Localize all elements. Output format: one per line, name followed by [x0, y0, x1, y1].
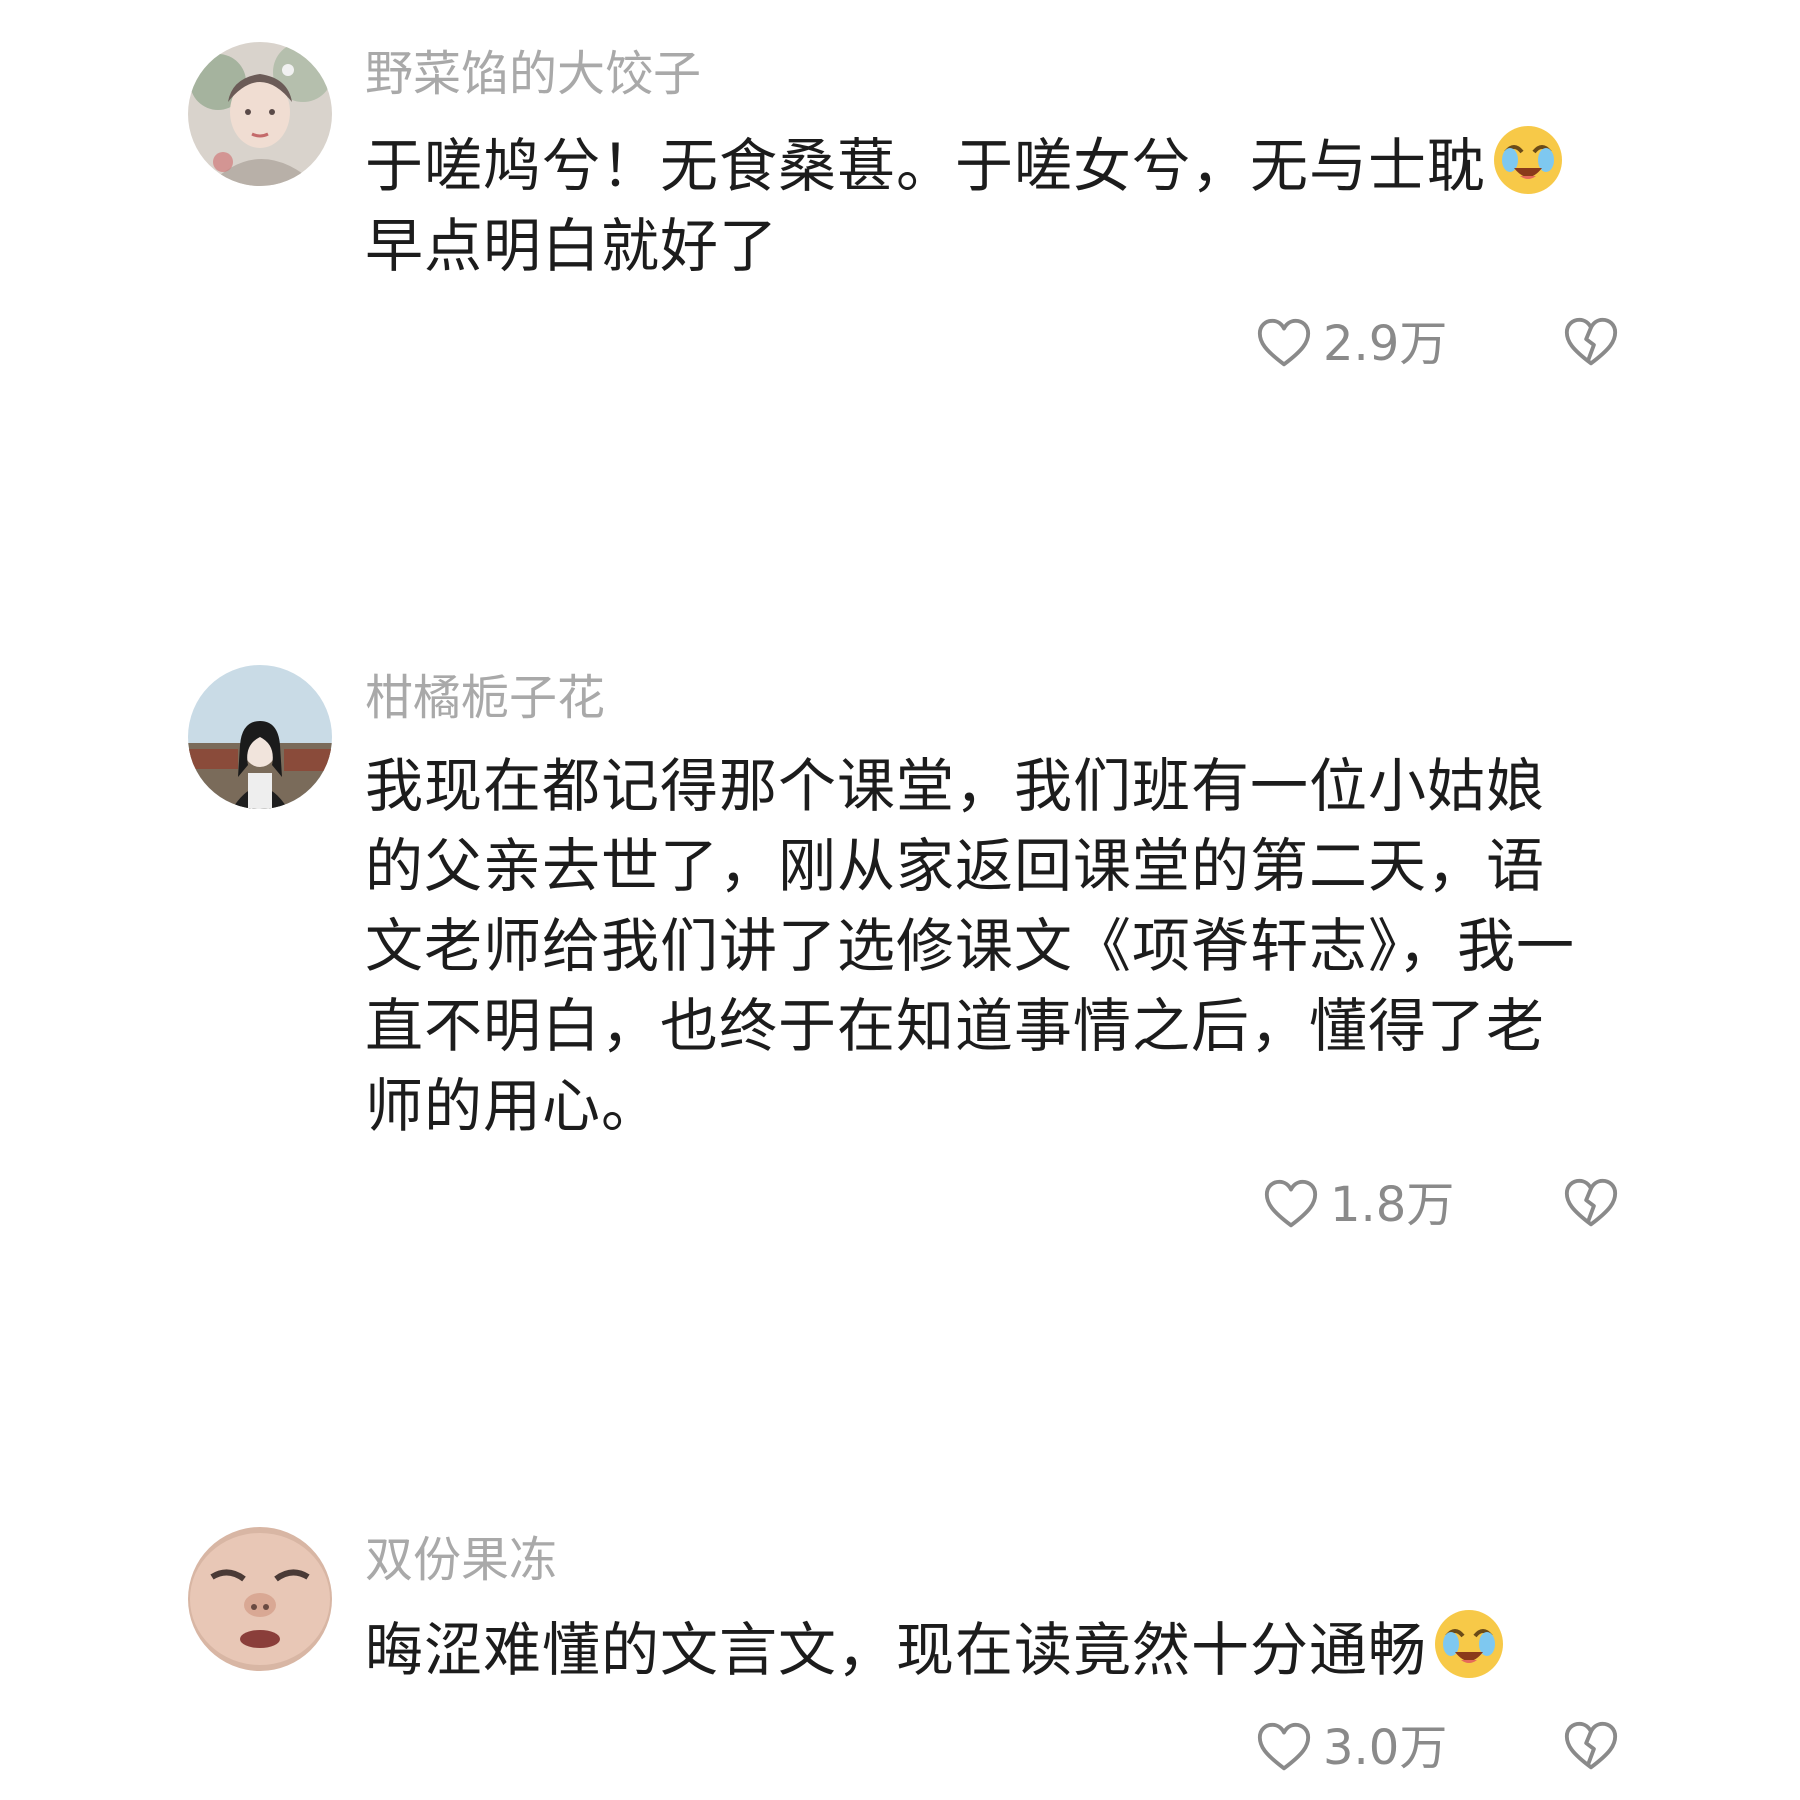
comment-text-line: 早点明白就好了 [365, 212, 779, 280]
like-button[interactable]: 3.0万 [1255, 1718, 1447, 1778]
comment-text: 晦涩难懂的文言文，现在读竟然十分通畅 [365, 1606, 1575, 1690]
crying-laughing-emoji-icon [1490, 122, 1566, 198]
username[interactable]: 双份果冻 [365, 1530, 557, 1590]
avatar[interactable] [188, 42, 332, 186]
like-button[interactable]: 1.8万 [1262, 1175, 1454, 1235]
like-count: 3.0万 [1323, 1720, 1448, 1776]
heart-outline-icon [1255, 315, 1313, 373]
dislike-button[interactable] [1562, 1175, 1620, 1233]
comment-text: 于嗟鸠兮！无食桑葚。于嗟女兮，无与士耽 早点明白就好了 [365, 122, 1575, 286]
username[interactable]: 野菜馅的大饺子 [365, 44, 701, 104]
avatar[interactable] [188, 1527, 332, 1671]
like-count: 1.8万 [1330, 1177, 1455, 1233]
like-count: 2.9万 [1323, 316, 1448, 372]
avatar[interactable] [188, 665, 332, 809]
comment-text-line: 于嗟鸠兮！无食桑葚。于嗟女兮，无与士耽 [365, 132, 1487, 200]
photo-girl-avatar-icon [188, 665, 332, 809]
broken-heart-icon [1562, 1718, 1620, 1776]
dislike-button[interactable] [1562, 314, 1620, 372]
comment-text-line: 晦涩难懂的文言文，现在读竟然十分通畅 [365, 1616, 1428, 1684]
illustrated-girl-avatar-icon [188, 42, 332, 186]
broken-heart-icon [1562, 1175, 1620, 1233]
heart-outline-icon [1255, 1719, 1313, 1777]
like-button[interactable]: 2.9万 [1255, 314, 1447, 374]
heart-outline-icon [1262, 1176, 1320, 1234]
comment-text: 我现在都记得那个课堂，我们班有一位小姑娘的父亲去世了，刚从家返回课堂的第二天，语… [365, 752, 1576, 1140]
username[interactable]: 柑橘栀子花 [365, 668, 605, 728]
broken-heart-icon [1562, 314, 1620, 372]
closeup-face-avatar-icon [188, 1527, 332, 1671]
crying-laughing-emoji-icon [1431, 1606, 1507, 1682]
dislike-button[interactable] [1562, 1718, 1620, 1776]
